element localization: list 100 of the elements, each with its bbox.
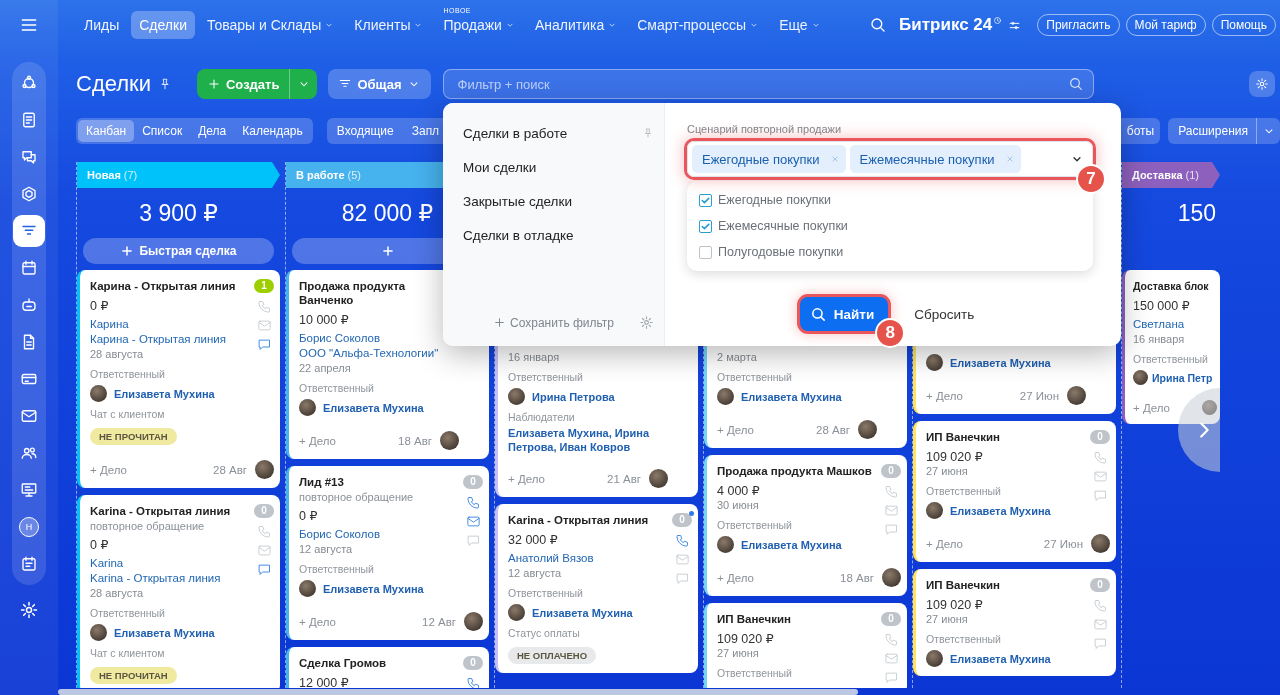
pin-icon[interactable] [158, 77, 172, 91]
deal-card[interactable]: Karina - Открытая линия 32 000 ₽ Анатолий Вязов 12 августа Ответственный Елизавета Мухина Статус оплаты НЕ ОПЛАЧЕНО 0 [495, 504, 698, 673]
preset-item[interactable]: Закрытые сделки [463, 193, 572, 209]
extensions-menu-button[interactable] [1256, 118, 1280, 144]
person-link[interactable]: Елизавета Мухина [114, 387, 215, 400]
category-button[interactable]: Общая [328, 69, 431, 99]
deal-title[interactable]: ИП Ванечкин [926, 430, 1086, 444]
person-link[interactable]: Ирина Петрова [532, 390, 615, 403]
quick-add-button[interactable]: Быстрая сделка [83, 238, 274, 264]
nav-item[interactable]: Клиенты [346, 11, 432, 39]
add-task-link[interactable]: + Дело [508, 472, 545, 485]
person-link[interactable]: Елизавета Мухина [741, 538, 842, 551]
column-header[interactable]: Доставка (1) [1122, 162, 1220, 188]
deal-card[interactable]: ИП Ванечкин 109 020 ₽ 27 июня Ответственный Елизавета Мухина 0 + Дело 27 Июн [913, 421, 1116, 562]
counter-tab[interactable]: Входящие [328, 120, 398, 142]
deal-card[interactable]: Доставка блок 150 000 ₽ Светлана 16 января Ответственный Ирина Петр + Дело [1122, 270, 1220, 424]
nav-item[interactable]: Аналитика [526, 11, 626, 39]
nav-item[interactable]: Лиды [76, 11, 128, 39]
chat-icon[interactable] [674, 571, 690, 586]
person-link[interactable]: Елизавета Мухина [114, 626, 215, 639]
chat-icon[interactable] [883, 522, 899, 537]
preset-item[interactable]: Сделки в работе [463, 125, 568, 141]
deal-card[interactable]: Лид #13 повторное обращение 0 ₽ Борис Соколов 12 августа Ответственный Елизавета Мухина 0 + Дело 12 Авг [286, 466, 489, 640]
view-tab[interactable]: Список [134, 120, 191, 142]
reset-button[interactable]: Сбросить [908, 305, 981, 323]
contact-link[interactable]: Светлана [1133, 317, 1217, 332]
chat-icon[interactable] [1092, 488, 1108, 503]
view-tab[interactable]: Дела [190, 120, 235, 142]
deal-card[interactable]: Карина - Открытая линия 0 ₽ Карина Карина - Открытая линия 28 августа Ответственный Елизавета Мухина Чат с клиентом НЕ ПРОЧИТАН 1 + Дело 28 Авг [77, 270, 280, 488]
deal-title[interactable]: Karina - Открытая линия [508, 513, 668, 527]
extensions-button[interactable]: Расширения [1168, 118, 1256, 144]
add-task-link[interactable]: + Дело [90, 463, 127, 476]
add-task-link[interactable]: + Дело [717, 571, 754, 584]
selected-tag[interactable]: Ежемесячные покупки [849, 145, 1021, 173]
deal-title[interactable]: ИП Ванечкин [717, 612, 877, 626]
person-link[interactable]: Елизавета Мухина [950, 504, 1051, 517]
phone-icon[interactable] [465, 676, 481, 688]
deal-title[interactable]: Доставка блок [1133, 279, 1217, 293]
selected-tag[interactable]: Ежегодные покупки [692, 145, 846, 173]
create-menu-button[interactable] [289, 69, 318, 99]
preset-item[interactable]: Сделки в отладке [463, 227, 574, 243]
deal-title[interactable]: Лид #13 [299, 475, 459, 489]
option-label[interactable]: Полугодовые покупки [718, 245, 844, 259]
deal-card[interactable]: ИП Ванечкин 109 020 ₽ 27 июня Ответственный Елизавета Мухина 0 [913, 569, 1116, 676]
person-link[interactable]: Елизавета Мухина [323, 401, 424, 414]
option-label[interactable]: Ежемесячные покупки [718, 219, 848, 233]
add-task-link[interactable]: + Дело [926, 537, 963, 550]
view-tab[interactable]: Календарь [234, 120, 311, 142]
contact-link[interactable]: Карина - Открытая линия [90, 332, 250, 347]
deal-card[interactable]: ИП Ванечкин 109 020 ₽ 27 июня Ответственный 0 [704, 603, 907, 688]
counter-tab[interactable]: Запл [403, 120, 444, 142]
person-link[interactable]: Елизавета Мухина [532, 606, 633, 619]
contact-link[interactable]: Анатолий Вязов [508, 551, 668, 566]
nav-item[interactable]: Смарт-процессы [629, 11, 768, 39]
nav-item[interactable]: Еще [771, 11, 829, 39]
deal-card[interactable]: Продажа продукта Машков 4 000 ₽ 30 июня Ответственный Елизавета Мухина 0 + Дело 18 Авг [704, 455, 907, 596]
phone-icon[interactable] [674, 533, 690, 548]
contact-link[interactable]: ООО "Альфа-Технологии" [299, 346, 459, 361]
contact-link[interactable]: Karina [90, 556, 250, 571]
checkbox[interactable] [699, 219, 712, 233]
logo[interactable]: Битрикс 24 [899, 15, 993, 35]
nav-item[interactable]: Товары и Склады [198, 11, 343, 39]
scrollbar[interactable] [58, 689, 858, 695]
phone-icon[interactable] [465, 495, 481, 510]
contact-link[interactable]: Karina - Открытая линия [90, 571, 250, 586]
deal-card[interactable]: Сделка Громов 12 000 ₽ 0 [286, 647, 489, 688]
person-link[interactable]: Елизавета Мухина [950, 652, 1051, 665]
sidebar-item[interactable] [13, 215, 45, 247]
add-task-link[interactable]: + Дело [1133, 401, 1170, 414]
contact-link[interactable]: Борис Соколов [299, 527, 459, 542]
chat-icon[interactable] [1092, 636, 1108, 651]
person-link[interactable]: Елизавета Мухина [323, 582, 424, 595]
observers-link[interactable]: Елизавета Мухина, Ирина Петрова, Иван Ковров [508, 426, 668, 454]
chat-icon[interactable] [256, 337, 272, 352]
search-icon[interactable] [1067, 76, 1084, 92]
person-link[interactable]: Елизавета Мухина [950, 356, 1051, 369]
close-icon[interactable] [829, 154, 840, 164]
chat-icon[interactable] [465, 533, 481, 548]
add-task-link[interactable]: + Дело [926, 389, 963, 402]
deal-title[interactable]: Продажа продукта Машков [717, 464, 877, 478]
checkbox[interactable] [699, 245, 712, 259]
deal-title[interactable]: ИП Ванечкин [926, 578, 1086, 592]
settings-button[interactable] [1249, 71, 1275, 97]
add-task-link[interactable]: + Дело [717, 423, 754, 436]
save-filter-link[interactable]: Сохранить фильтр [493, 315, 615, 330]
person-link[interactable]: Елизавета Мухина [741, 390, 842, 403]
add-task-link[interactable]: + Дело [299, 615, 336, 628]
deal-title[interactable]: Карина - Открытая линия [90, 279, 250, 293]
chat-icon[interactable] [883, 670, 899, 685]
mail-icon[interactable] [465, 514, 481, 529]
chat-icon[interactable] [256, 562, 272, 577]
deal-card[interactable]: Karina - Открытая линия повторное обращение 0 ₽ Karina Karina - Открытая линия 28 августа Ответственный Елизавета Мухина Чат с клиентом НЕ ПРОЧИТАН 0 [77, 495, 280, 688]
close-icon[interactable] [1004, 154, 1015, 164]
user-avatar[interactable]: Н [19, 517, 39, 537]
contact-link[interactable]: Карина [90, 317, 250, 332]
option-label[interactable]: Ежегодные покупки [718, 193, 832, 207]
deal-title[interactable]: Karina - Открытая линия [90, 504, 250, 518]
deal-title[interactable]: Сделка Громов [299, 656, 459, 670]
add-task-link[interactable]: + Дело [299, 434, 336, 447]
sidebar-item[interactable]: Н [13, 511, 45, 543]
